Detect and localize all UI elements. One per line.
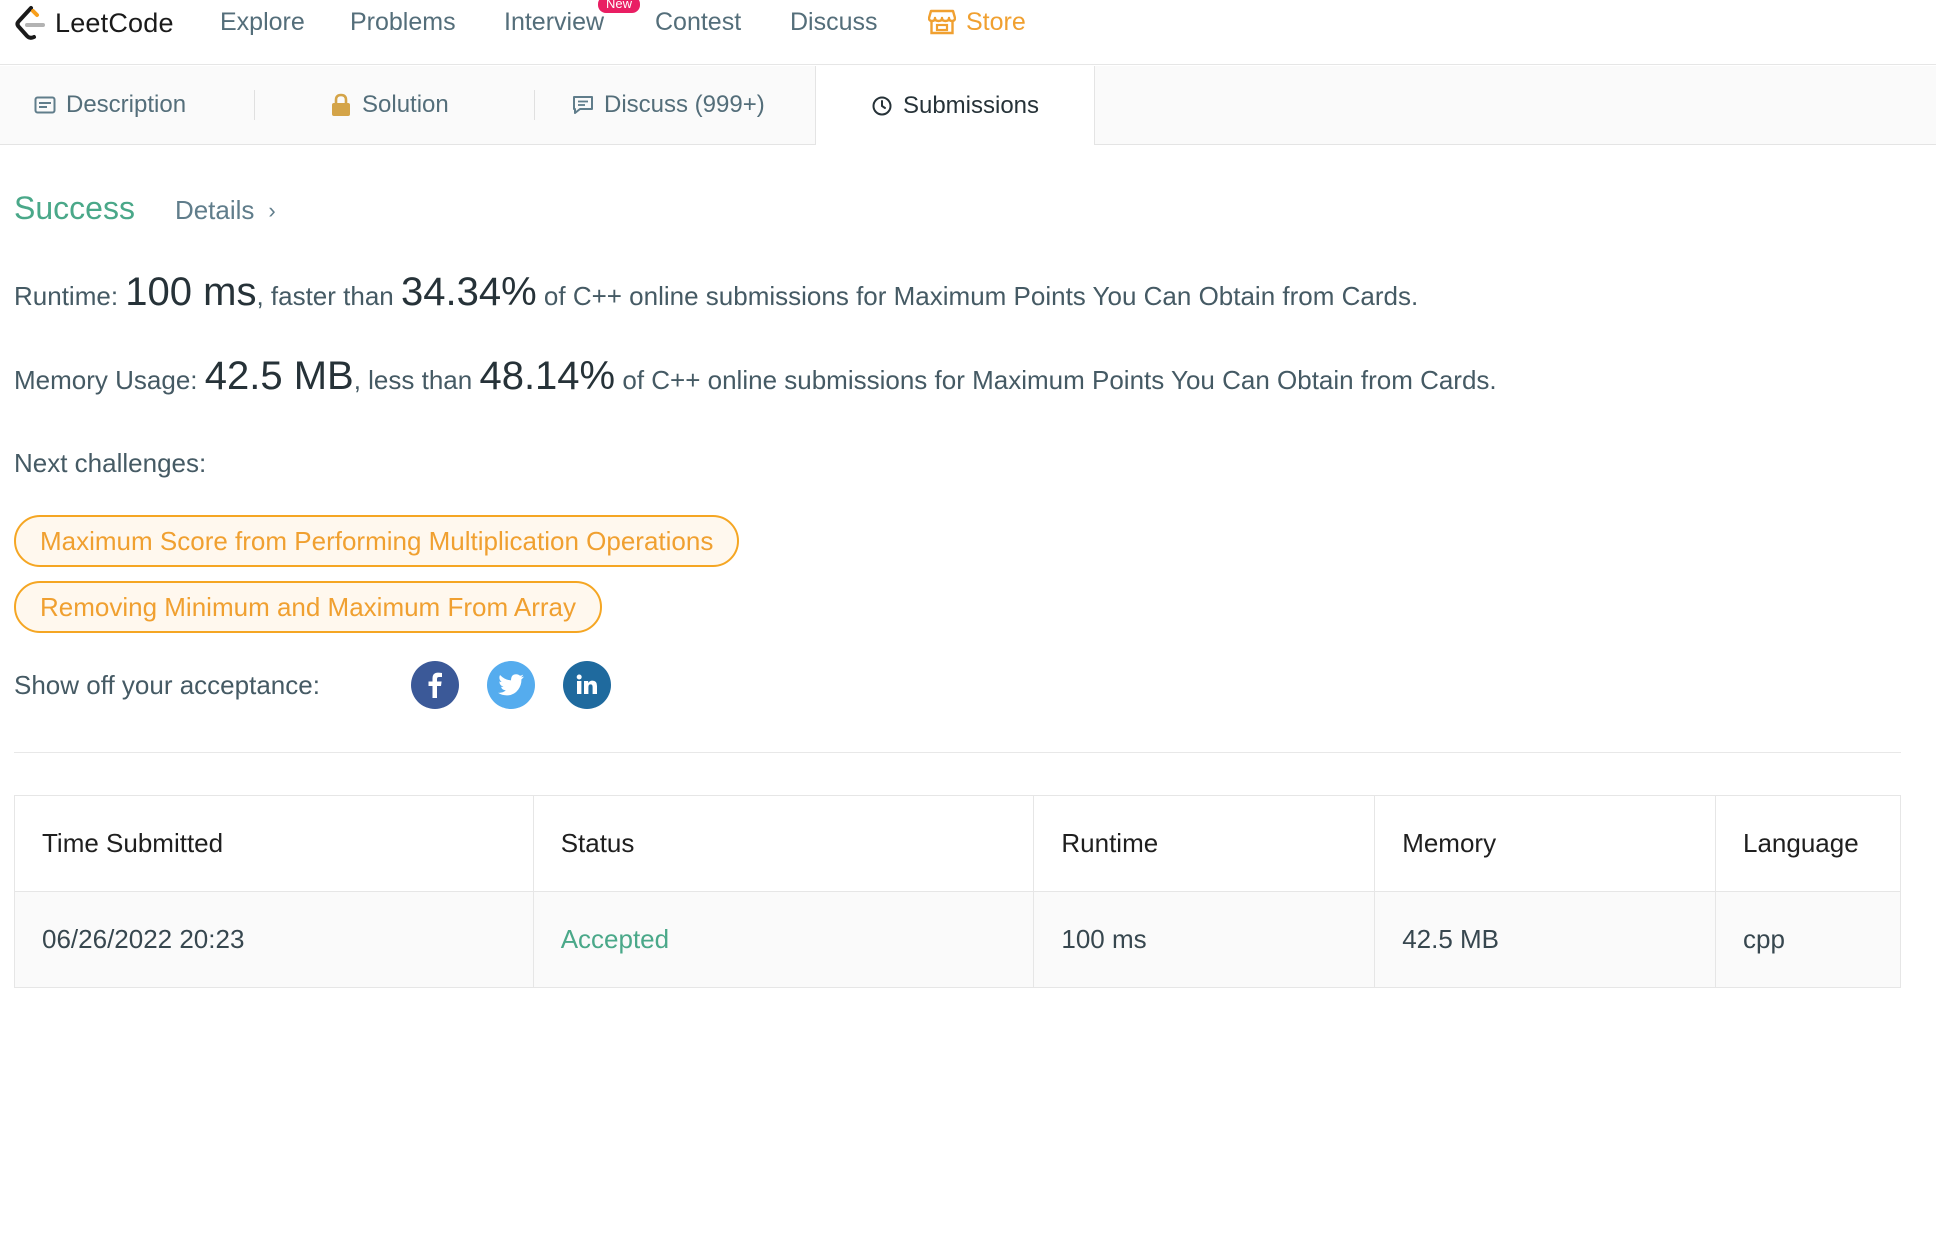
tab-solution-label: Solution [362,91,449,118]
submissions-table: Time Submitted Status Runtime Memory Lan… [14,795,1901,988]
header-runtime: Runtime [1033,795,1376,892]
nav-explore[interactable]: Explore [220,6,305,38]
lock-icon [332,93,350,116]
cell-memory: 42.5 MB [1374,891,1716,988]
tab-discuss-label: Discuss (999+) [604,91,765,118]
section-divider [14,752,1901,753]
share-label: Show off your acceptance: [14,670,320,700]
challenge-chip[interactable]: Removing Minimum and Maximum From Array [14,581,603,633]
nav-interview[interactable]: Interview [504,6,604,38]
runtime-value: 100 ms [125,270,257,314]
discuss-icon [573,96,593,114]
store-icon [928,9,956,35]
facebook-share-button[interactable] [411,661,459,709]
tab-discuss[interactable]: Discuss (999+) [572,66,765,144]
chevron-right-icon: › [268,197,276,223]
twitter-share-button[interactable] [487,661,535,709]
accepted-link[interactable]: Accepted [561,924,669,954]
tab-description-label: Description [66,91,187,118]
runtime-label: Runtime: [14,281,119,311]
problem-tabbar: Description Solution Discuss (999+) Subm… [0,66,1936,145]
memory-label: Memory Usage: [14,365,198,395]
header-language: Language [1715,795,1901,892]
details-label: Details [174,195,255,225]
twitter-icon [498,674,524,696]
tab-divider [534,90,535,120]
details-link[interactable]: Details › [175,195,276,226]
cell-language: cpp [1715,891,1901,988]
cell-status: Accepted [532,891,1035,988]
header-time-submitted: Time Submitted [14,795,534,892]
header-memory: Memory [1374,795,1716,892]
header-status: Status [532,795,1035,892]
challenge-chip[interactable]: Maximum Score from Performing Multiplica… [14,515,740,567]
tab-submissions-label: Submissions [902,91,1040,119]
tab-submissions[interactable]: Submissions [815,66,1095,145]
memory-value: 42.5 MB [204,354,354,398]
linkedin-icon [576,674,597,694]
status-success: Success [14,190,135,226]
cell-runtime: 100 ms [1033,891,1376,988]
memory-suffix: of C++ online submissions for Maximum Po… [622,365,1497,395]
submission-status-row: Success Details › [14,190,276,227]
memory-percent: 48.14% [479,354,616,398]
memory-summary: Memory Usage: 42.5 MB, less than 48.14% … [14,354,1497,399]
nav-store[interactable]: Store [928,6,1026,38]
runtime-mid: , faster than [256,281,394,311]
linkedin-share-button[interactable] [563,661,611,709]
runtime-percent: 34.34% [401,270,537,314]
table-header-row: Time Submitted Status Runtime Memory Lan… [14,795,1901,892]
nav-contest[interactable]: Contest [655,6,741,38]
logo-text: LeetCode [55,7,174,38]
description-icon [34,96,56,114]
table-row: 06/26/2022 20:23 Accepted 100 ms 42.5 MB… [14,891,1901,988]
top-navbar: LeetCode Explore Problems Interview New … [0,0,1936,65]
tab-solution[interactable]: Solution [330,66,449,144]
runtime-summary: Runtime: 100 ms, faster than 34.34% of C… [14,270,1418,315]
store-label: Store [966,8,1026,36]
leetcode-logo[interactable]: LeetCode [13,2,174,44]
next-challenges-label: Next challenges: [14,448,207,478]
leetcode-logo-icon [15,6,45,40]
facebook-icon [428,672,442,698]
tab-description[interactable]: Description [34,66,186,144]
memory-mid: , less than [353,365,473,395]
nav-problems[interactable]: Problems [350,6,456,38]
runtime-suffix: of C++ online submissions for Maximum Po… [543,281,1419,311]
new-badge: New [598,0,641,13]
tab-divider [254,90,255,120]
clock-icon [872,96,892,115]
nav-discuss[interactable]: Discuss [790,6,878,38]
cell-time-submitted: 06/26/2022 20:23 [14,891,534,988]
